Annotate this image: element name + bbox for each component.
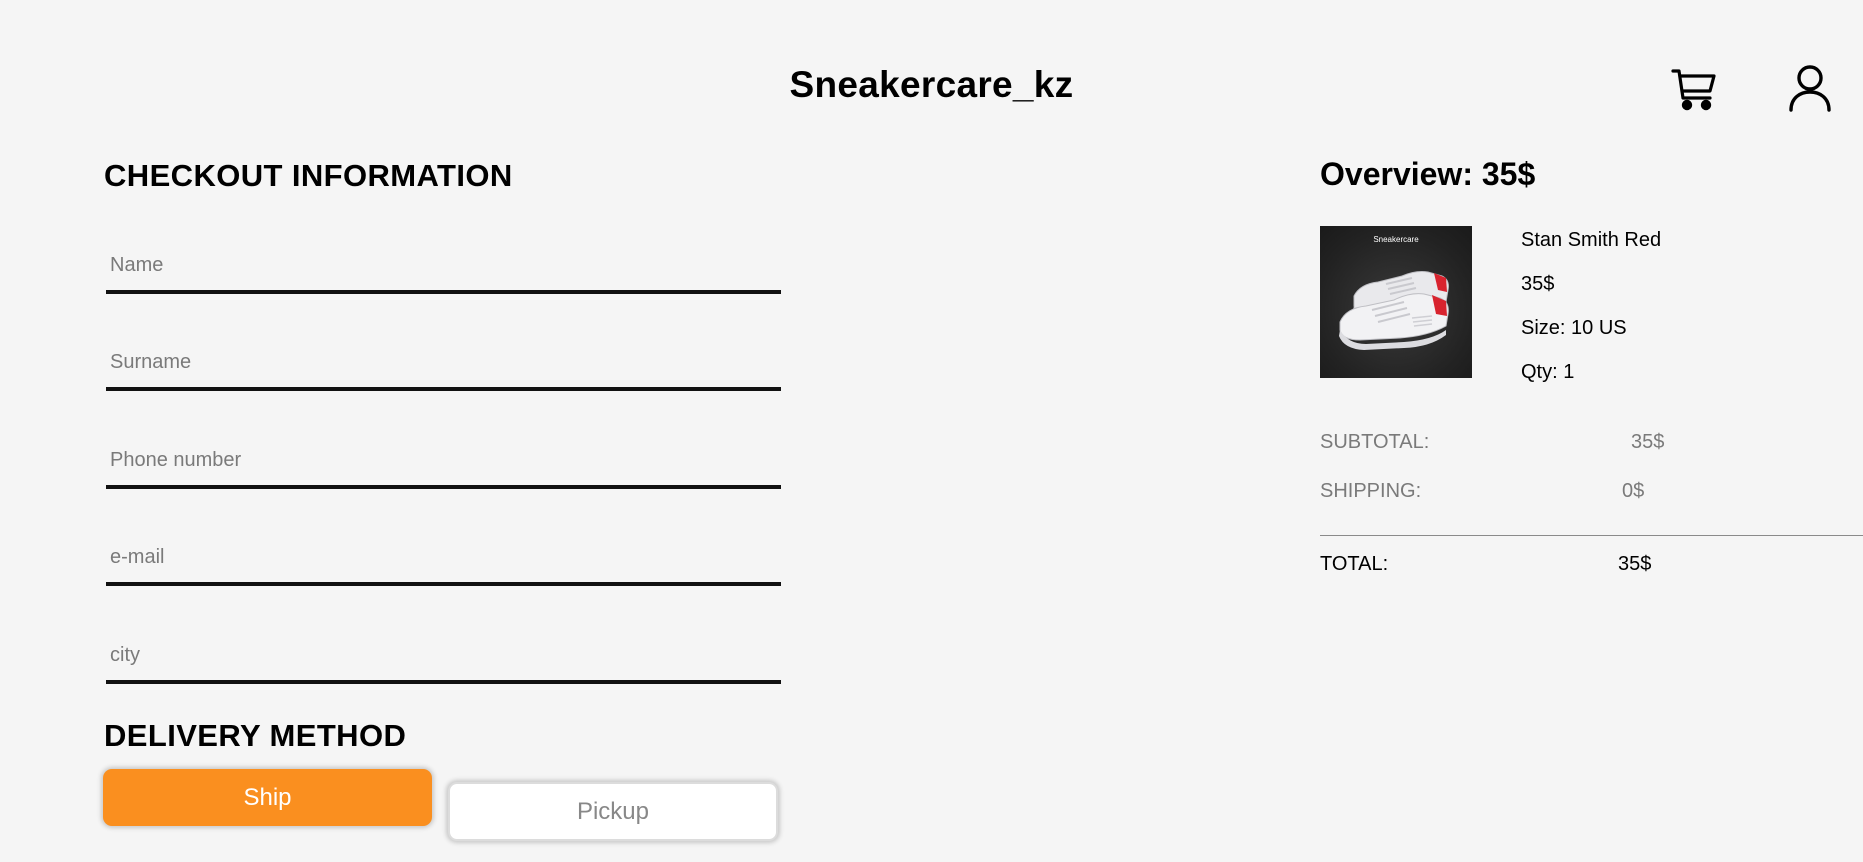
user-profile-button[interactable] <box>1786 62 1834 114</box>
brand-title[interactable]: Sneakercare_kz <box>0 66 1863 103</box>
phone-field[interactable] <box>106 435 781 489</box>
ship-button[interactable]: Ship <box>103 769 432 826</box>
city-input[interactable] <box>106 630 781 680</box>
shopping-cart-icon <box>1671 69 1716 111</box>
overview-heading: Overview: 35$ <box>1320 158 1535 190</box>
name-input[interactable] <box>106 240 781 290</box>
overview-label: Overview: <box>1320 156 1473 192</box>
product-quantity: Qty: 1 <box>1521 361 1575 383</box>
shipping-value: 0$ <box>1622 480 1645 502</box>
user-profile-icon <box>1789 65 1831 112</box>
overview-amount: 35$ <box>1481 156 1536 192</box>
shipping-label: SHIPPING: <box>1320 480 1422 502</box>
pickup-button[interactable]: Pickup <box>448 782 778 841</box>
sneakers-illustration <box>1339 271 1449 350</box>
city-field[interactable] <box>106 630 781 684</box>
subtotal-value: 35$ <box>1631 431 1665 453</box>
surname-input[interactable] <box>106 337 781 387</box>
email-field[interactable] <box>106 532 781 586</box>
total-value: 35$ <box>1618 553 1652 575</box>
total-label: TOTAL: <box>1320 553 1389 575</box>
delivery-method-heading: DELIVERY METHOD <box>104 718 407 753</box>
product-name[interactable]: Stan Smith Red <box>1521 230 1661 250</box>
subtotal-label: SUBTOTAL: <box>1320 431 1430 453</box>
surname-field[interactable] <box>106 337 781 391</box>
product-image[interactable]: Sneakercare <box>1320 226 1472 378</box>
product-size: Size: 10 US <box>1521 317 1627 339</box>
product-image-caption: Sneakercare <box>1373 235 1419 244</box>
cart-button[interactable] <box>1670 62 1718 114</box>
checkout-information-heading: CHECKOUT INFORMATION <box>104 158 513 193</box>
product-price: 35$ <box>1521 273 1555 295</box>
summary-divider <box>1320 535 1863 536</box>
email-input[interactable] <box>106 532 781 582</box>
phone-number-input[interactable] <box>106 435 781 485</box>
name-field[interactable] <box>106 240 781 294</box>
